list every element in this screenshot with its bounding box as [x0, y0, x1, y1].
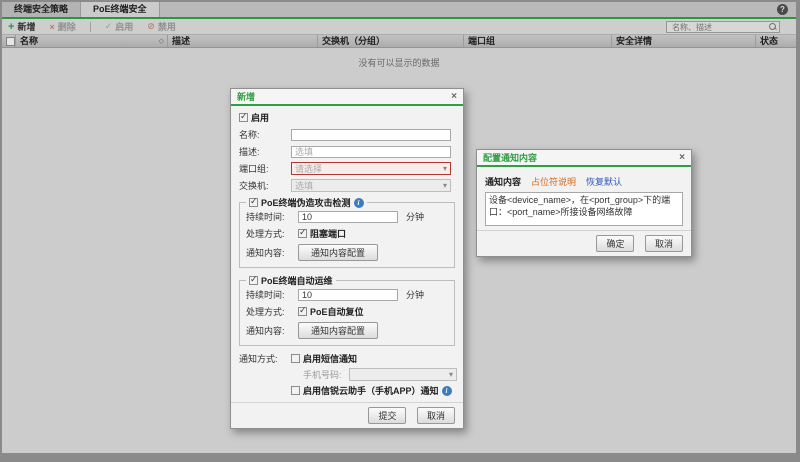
- description-input[interactable]: [291, 146, 451, 158]
- check-icon: ✓: [250, 196, 258, 207]
- auto-maintenance-title: PoE终端自动运维: [261, 274, 333, 287]
- forge-duration-input[interactable]: [298, 211, 398, 223]
- auto-duration-input[interactable]: [298, 289, 398, 301]
- app-notify-checkbox[interactable]: [291, 386, 300, 395]
- duration-label: 持续时间:: [246, 210, 298, 223]
- close-icon[interactable]: ×: [451, 92, 457, 102]
- check-icon: ✓: [240, 111, 248, 122]
- cancel-button[interactable]: 取消: [645, 235, 683, 252]
- notify-content-label: 通知内容:: [246, 324, 298, 337]
- info-icon[interactable]: i: [442, 386, 452, 396]
- poe-reset-label: PoE自动复位: [310, 305, 364, 318]
- new-dialog-title: 新增: [237, 90, 255, 103]
- restore-default-link[interactable]: 恢复默认: [586, 175, 622, 188]
- port-group-label: 端口组:: [239, 162, 291, 175]
- action-label: 处理方式:: [246, 305, 298, 318]
- notify-content-dialog: 配置通知内容 × 通知内容 占位符说明 恢复默认 设备<device_name>…: [476, 149, 692, 257]
- enable-checkbox[interactable]: ✓: [239, 113, 248, 122]
- phone-number-select[interactable]: ▾: [349, 368, 457, 381]
- submit-button[interactable]: 提交: [368, 407, 406, 424]
- notify-dialog-footer: 确定 取消: [477, 230, 691, 256]
- action-label: 处理方式:: [246, 227, 298, 240]
- port-group-placeholder: 请选择: [295, 162, 322, 175]
- block-port-label: 阻塞端口: [310, 227, 346, 240]
- app-window: 终端安全策略 PoE终端安全 ? + 新增 × 删除 ✓ 启用 ⊘ 禁用: [0, 0, 800, 462]
- switch-placeholder: 选填: [295, 179, 313, 192]
- description-label: 描述:: [239, 145, 291, 158]
- port-group-select[interactable]: 请选择 ▾: [291, 162, 451, 175]
- new-dialog-header: 新增 ×: [231, 89, 463, 106]
- forge-detection-title: PoE终端伪造攻击检测: [261, 196, 351, 209]
- info-icon[interactable]: i: [354, 198, 364, 208]
- block-port-checkbox[interactable]: ✓: [298, 229, 307, 238]
- phone-number-label: 手机号码:: [303, 368, 349, 381]
- new-dialog-footer: 提交 取消: [231, 402, 463, 428]
- notify-content-label: 通知内容: [485, 175, 521, 188]
- forge-detection-legend: ✓ PoE终端伪造攻击检测 i: [246, 196, 367, 209]
- auto-maintenance-section: ✓ PoE终端自动运维 持续时间: 分钟 处理方式: ✓ PoE自动复位: [239, 274, 455, 346]
- ok-button[interactable]: 确定: [596, 235, 634, 252]
- auto-maintenance-legend: ✓ PoE终端自动运维: [246, 274, 336, 287]
- forge-detection-checkbox[interactable]: ✓: [249, 198, 258, 207]
- notify-content-textarea[interactable]: 设备<device_name>，在<port_group>下的端口：<port_…: [485, 192, 683, 226]
- notify-method-label: 通知方式:: [239, 352, 291, 365]
- name-input[interactable]: [291, 129, 451, 141]
- check-icon: ✓: [299, 227, 307, 238]
- sms-notify-label: 启用短信通知: [303, 352, 357, 365]
- new-dialog-body: ✓ 启用 名称: 描述: 端口组: 请选择 ▾ 交换机:: [231, 106, 463, 402]
- placeholder-help-link[interactable]: 占位符说明: [531, 175, 576, 188]
- duration-unit: 分钟: [406, 210, 424, 223]
- sms-notify-checkbox[interactable]: [291, 354, 300, 363]
- notify-dialog-body: 通知内容 占位符说明 恢复默认 设备<device_name>，在<port_g…: [477, 167, 691, 230]
- notify-dialog-title: 配置通知内容: [483, 151, 537, 164]
- poe-reset-checkbox[interactable]: ✓: [298, 307, 307, 316]
- duration-unit: 分钟: [406, 288, 424, 301]
- notify-content-label: 通知内容:: [246, 246, 298, 259]
- duration-label: 持续时间:: [246, 288, 298, 301]
- name-label: 名称:: [239, 128, 291, 141]
- switch-select[interactable]: 选填 ▾: [291, 179, 451, 192]
- notify-dialog-header: 配置通知内容 ×: [477, 150, 691, 167]
- switch-label: 交换机:: [239, 179, 291, 192]
- close-icon[interactable]: ×: [679, 153, 685, 163]
- chevron-down-icon: ▾: [449, 370, 453, 379]
- cancel-button[interactable]: 取消: [417, 407, 455, 424]
- app-notify-label: 启用信锐云助手（手机APP）通知: [303, 384, 439, 397]
- enable-label: 启用: [251, 111, 269, 124]
- forge-notify-config-button[interactable]: 通知内容配置: [298, 244, 378, 261]
- auto-maintenance-checkbox[interactable]: ✓: [249, 276, 258, 285]
- chevron-down-icon: ▾: [443, 164, 447, 173]
- auto-notify-config-button[interactable]: 通知内容配置: [298, 322, 378, 339]
- check-icon: ✓: [250, 274, 258, 285]
- new-policy-dialog: 新增 × ✓ 启用 名称: 描述: 端口组: 请选择: [230, 88, 464, 429]
- chevron-down-icon: ▾: [443, 181, 447, 190]
- check-icon: ✓: [299, 305, 307, 316]
- forge-detection-section: ✓ PoE终端伪造攻击检测 i 持续时间: 分钟 处理方式: ✓ 阻塞端口: [239, 196, 455, 268]
